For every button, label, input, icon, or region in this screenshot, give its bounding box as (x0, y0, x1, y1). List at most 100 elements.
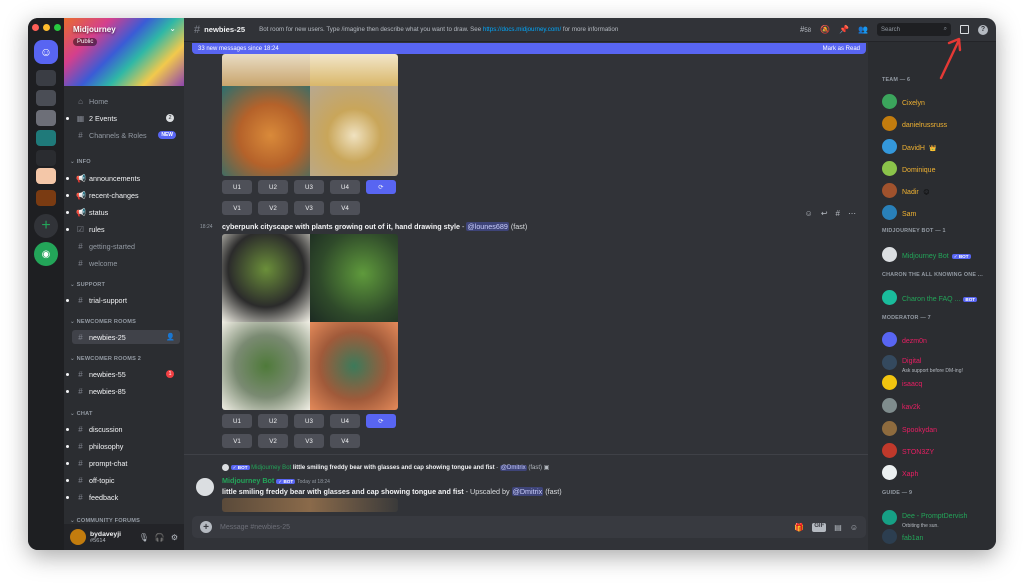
upscaled-image[interactable] (222, 498, 398, 512)
member-item[interactable]: Nadir 😊 (882, 181, 994, 199)
server-icon[interactable] (36, 130, 56, 146)
member-item[interactable]: Dee - PromptDervish Orbiting the sun. (882, 505, 994, 529)
member-list-icon[interactable]: 👥 (858, 25, 868, 34)
server-banner[interactable]: Midjourney Public ⌄ (64, 18, 184, 86)
avatar[interactable] (196, 478, 214, 496)
channel-recent-changes[interactable]: 📢 recent-changes (66, 188, 180, 202)
category-newcomer-2[interactable]: ⌄ NEWCOMER ROOMS 2 (70, 356, 141, 362)
variation-2-button[interactable]: V2 (258, 434, 288, 448)
chevron-down-icon[interactable]: ⌄ (169, 24, 176, 33)
mute-mic-icon[interactable]: 🎙 (139, 533, 149, 542)
upscale-3-button[interactable]: U3 (294, 414, 324, 428)
upscale-2-button[interactable]: U2 (258, 414, 288, 428)
channel-getting-started[interactable]: # getting-started (72, 239, 180, 253)
sidebar-item-channels-roles[interactable]: # Channels & Roles NEW (72, 128, 180, 142)
variation-3-button[interactable]: V3 (294, 434, 324, 448)
member-item[interactable]: Digital Ask support before DM-ing! (882, 350, 994, 374)
threads-icon[interactable]: #58 (800, 25, 811, 34)
image-grid[interactable] (222, 54, 398, 176)
server-icon[interactable] (36, 110, 56, 126)
channel-philosophy[interactable]: # philosophy (66, 439, 180, 453)
gift-icon[interactable]: 🎁 (794, 523, 804, 532)
reply-icon[interactable]: ↩ (821, 209, 828, 218)
emoji-icon[interactable]: ☺ (850, 523, 858, 532)
upscale-1-button[interactable]: U1 (222, 180, 252, 194)
variation-3-button[interactable]: V3 (294, 201, 324, 215)
upload-icon[interactable]: + (200, 521, 212, 533)
variation-1-button[interactable]: V1 (222, 434, 252, 448)
sidebar-item-home[interactable]: ⌂ Home (72, 94, 180, 108)
close-window-button[interactable] (32, 24, 39, 31)
minimize-window-button[interactable] (43, 24, 50, 31)
member-item[interactable]: Spookydan (882, 419, 994, 437)
channel-discussion[interactable]: # discussion (66, 422, 180, 436)
message-input[interactable]: Message #newbies-25 (220, 524, 290, 531)
pin-icon[interactable]: 📌 (839, 25, 849, 34)
upscale-2-button[interactable]: U2 (258, 180, 288, 194)
channel-status[interactable]: 📢 status (66, 205, 180, 219)
member-item[interactable]: STON3ZY (882, 441, 994, 459)
channel-off-topic[interactable]: # off-topic (66, 473, 180, 487)
server-icon[interactable] (36, 150, 56, 166)
inbox-icon[interactable] (960, 25, 969, 34)
channel-announcements[interactable]: 📢 announcements (66, 171, 180, 185)
category-newcomer[interactable]: ⌄ NEWCOMER ROOMS (70, 319, 136, 325)
image-grid[interactable] (222, 234, 398, 410)
server-icon[interactable] (36, 90, 56, 106)
avatar[interactable] (70, 529, 86, 545)
maximize-window-button[interactable] (54, 24, 61, 31)
member-item[interactable]: dezm0n (882, 330, 994, 348)
explore-servers-icon[interactable]: ◉ (34, 242, 58, 266)
user-mention[interactable]: @Dmitrix (511, 487, 544, 496)
server-icon[interactable] (36, 168, 56, 184)
discord-home-icon[interactable]: ☺ (34, 40, 58, 64)
author-name[interactable]: Midjourney Bot (222, 476, 274, 485)
channel-prompt-chat[interactable]: # prompt-chat (66, 456, 180, 470)
member-item[interactable]: Xaph (882, 463, 994, 481)
variation-1-button[interactable]: V1 (222, 201, 252, 215)
member-item[interactable]: Midjourney Bot ✓ BOT (882, 245, 994, 263)
channel-newbies-25[interactable]: # newbies-25 👤 (72, 330, 180, 344)
member-item[interactable]: Charon the FAQ ... BOT (882, 288, 994, 306)
member-item[interactable]: noodlecake (882, 549, 994, 550)
new-messages-bar[interactable]: 33 new messages since 18:24 Mark as Read (192, 43, 866, 54)
reply-preview[interactable]: ✓ BOT Midjourney Bot little smiling fred… (222, 464, 549, 472)
channel-welcome[interactable]: # welcome (72, 256, 180, 270)
thread-icon[interactable]: # (836, 209, 840, 218)
channel-feedback[interactable]: # feedback (66, 490, 180, 504)
docs-link[interactable]: https://docs.midjourney.com/ (483, 26, 561, 33)
upscale-4-button[interactable]: U4 (330, 180, 360, 194)
category-chat[interactable]: ⌄ CHAT (70, 411, 93, 417)
member-item[interactable]: Dominique (882, 159, 994, 177)
channel-rules[interactable]: ☑ rules (66, 222, 180, 236)
variation-2-button[interactable]: V2 (258, 201, 288, 215)
category-info[interactable]: ⌄ INFO (70, 159, 91, 165)
member-item[interactable]: Cixelyn (882, 92, 994, 110)
user-mention[interactable]: @Dmitrix (499, 465, 527, 472)
reroll-button[interactable]: ⟳ (366, 414, 396, 428)
mark-as-read-button[interactable]: Mark as Read (823, 46, 860, 52)
member-item[interactable]: Sam (882, 203, 994, 221)
channel-newbies-55[interactable]: # newbies-55 1 (66, 367, 180, 381)
gear-icon[interactable]: ⚙ (171, 533, 178, 542)
member-item[interactable]: DavidH 👑 (882, 137, 994, 155)
sidebar-item-events[interactable]: ▦ 2 Events 2 (66, 111, 180, 125)
user-mention[interactable]: @lounes689 (466, 222, 509, 231)
gif-icon[interactable]: GIF (812, 522, 827, 532)
upscale-3-button[interactable]: U3 (294, 180, 324, 194)
add-server-icon[interactable]: + (34, 214, 58, 238)
reroll-button[interactable]: ⟳ (366, 180, 396, 194)
member-item[interactable]: fab1an (882, 527, 994, 545)
server-icon[interactable] (36, 190, 56, 206)
more-icon[interactable]: ⋯ (848, 209, 856, 218)
upscale-1-button[interactable]: U1 (222, 414, 252, 428)
member-item[interactable]: isaacq (882, 373, 994, 391)
channel-trial-support[interactable]: # trial-support (66, 293, 180, 307)
sticker-icon[interactable]: ▤ (834, 523, 842, 532)
add-member-icon[interactable]: 👤 (166, 333, 175, 341)
add-reaction-icon[interactable]: ☺ (805, 209, 813, 218)
server-icon[interactable] (36, 70, 56, 86)
member-item[interactable]: danielrussruss (882, 114, 994, 132)
channel-newbies-85[interactable]: # newbies-85 (66, 384, 180, 398)
variation-4-button[interactable]: V4 (330, 434, 360, 448)
